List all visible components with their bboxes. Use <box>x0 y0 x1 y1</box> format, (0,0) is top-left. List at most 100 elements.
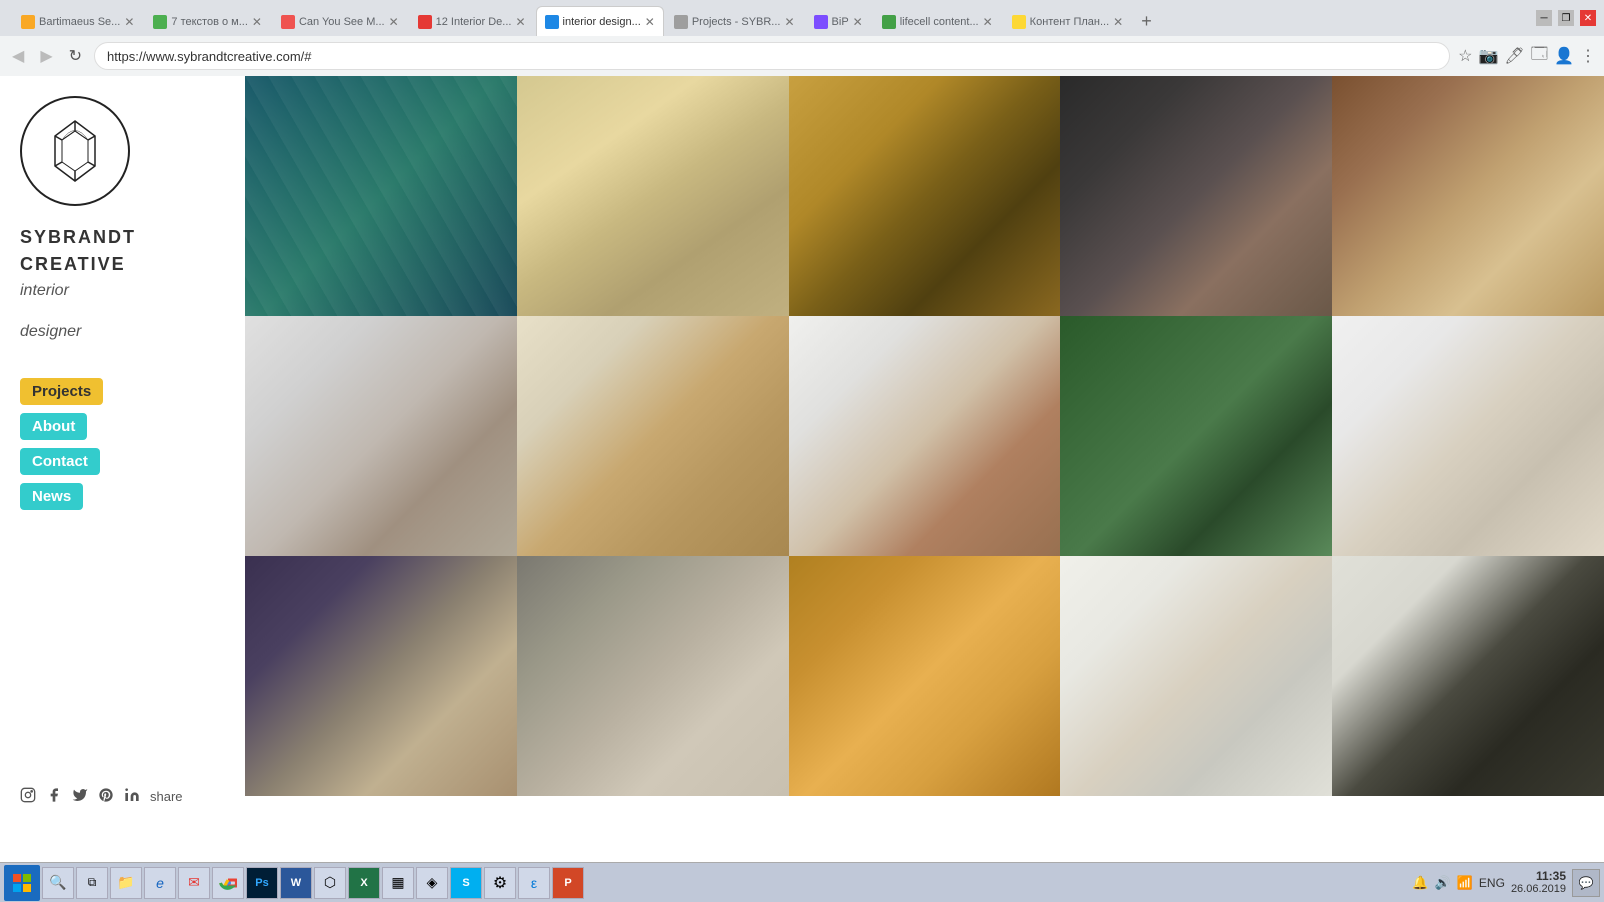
page-content: SYBRANDT CREATIVE interior designer Proj… <box>0 76 1604 826</box>
grid-item-6[interactable] <box>245 316 517 556</box>
tab-close-8[interactable]: ✕ <box>983 15 993 29</box>
start-button[interactable] <box>4 865 40 901</box>
photo-grid <box>245 76 1604 826</box>
taskview-btn[interactable]: ⧉ <box>76 867 108 899</box>
pinterest-icon[interactable] <box>98 787 114 806</box>
nav-contact[interactable]: Contact <box>20 448 100 475</box>
tab-close-2[interactable]: ✕ <box>252 15 262 29</box>
grid-item-8[interactable] <box>789 316 1061 556</box>
back-button[interactable]: ◀ <box>8 44 28 68</box>
more-button[interactable]: ⋮ <box>1580 46 1596 66</box>
twitter-icon[interactable] <box>72 787 88 806</box>
refresh-button[interactable]: ↻ <box>65 44 86 68</box>
sidebar: SYBRANDT CREATIVE interior designer Proj… <box>0 76 245 826</box>
grid-photo-12 <box>517 556 789 796</box>
tabs-bar: Bartimaeus Se... ✕ 7 текстов о м... ✕ Ca… <box>8 0 1536 36</box>
bookmark-button[interactable]: ☆ <box>1458 46 1472 66</box>
forward-button[interactable]: ▶ <box>36 44 56 68</box>
photoshop-btn[interactable]: Ps <box>246 867 278 899</box>
taskbar: 🔍 ⧉ 📁 e ✉ Ps W ⬡ X ▦ ◈ S ⚙ ε P 🔔 🔊 📶 ENG <box>0 862 1604 902</box>
url-input[interactable] <box>94 42 1450 70</box>
tab-close-5[interactable]: ✕ <box>645 15 655 29</box>
tab-close-3[interactable]: ✕ <box>389 15 399 29</box>
new-tab-button[interactable]: + <box>1133 6 1160 36</box>
skype-btn[interactable]: S <box>450 867 482 899</box>
app9-btn[interactable]: ⬡ <box>314 867 346 899</box>
app12-btn[interactable]: ◈ <box>416 867 448 899</box>
tab-close-9[interactable]: ✕ <box>1113 15 1123 29</box>
grid-item-4[interactable] <box>1060 76 1332 316</box>
grid-item-13[interactable] <box>789 556 1061 796</box>
tab-texts[interactable]: 7 текстов о м... ✕ <box>144 6 271 36</box>
grid-item-15[interactable] <box>1332 556 1604 796</box>
nav-news[interactable]: News <box>20 483 83 510</box>
linkedin-icon[interactable] <box>124 787 140 806</box>
grid-item-5[interactable] <box>1332 76 1604 316</box>
tab-favicon-3 <box>281 15 295 29</box>
tab-bip[interactable]: BiP ✕ <box>805 6 872 36</box>
tab-canyousee[interactable]: Can You See M... ✕ <box>272 6 408 36</box>
grid-item-14[interactable] <box>1060 556 1332 796</box>
excel-btn[interactable]: X <box>348 867 380 899</box>
taskbar-clock[interactable]: 11:35 26.06.2019 <box>1511 869 1566 897</box>
logo-circle[interactable] <box>20 96 130 206</box>
minimize-button[interactable]: ─ <box>1536 10 1552 26</box>
outlook-btn[interactable]: ✉ <box>178 867 210 899</box>
search-taskbar-btn[interactable]: 🔍 <box>42 867 74 899</box>
grid-item-3[interactable] <box>789 76 1061 316</box>
profile-button[interactable]: 👤 <box>1554 46 1574 66</box>
grid-photo-15 <box>1332 556 1604 796</box>
tab-bartimaeus[interactable]: Bartimaeus Se... ✕ <box>12 6 143 36</box>
chrome-btn[interactable] <box>212 867 244 899</box>
tab-label-4: 12 Interior De... <box>436 16 512 28</box>
grid-photo-7 <box>517 316 789 556</box>
nav-projects[interactable]: Projects <box>20 378 103 405</box>
language-indicator[interactable]: ENG <box>1479 876 1505 890</box>
grid-item-1[interactable] <box>245 76 517 316</box>
tab-close-7[interactable]: ✕ <box>853 15 863 29</box>
grid-item-10[interactable] <box>1332 316 1604 556</box>
file-explorer-btn[interactable]: 📁 <box>110 867 142 899</box>
grid-item-11[interactable] <box>245 556 517 796</box>
share-label[interactable]: share <box>150 789 183 804</box>
grid-item-7[interactable] <box>517 316 789 556</box>
grid-item-12[interactable] <box>517 556 789 796</box>
speaker-icon[interactable]: 🔊 <box>1435 875 1451 891</box>
close-button[interactable]: ✕ <box>1580 10 1596 26</box>
tab-content-plan[interactable]: Контент План... ✕ <box>1003 6 1133 36</box>
ie-btn[interactable]: e <box>144 867 176 899</box>
edge-btn[interactable]: ε <box>518 867 550 899</box>
settings-btn[interactable]: ⚙ <box>484 867 516 899</box>
tab-favicon-1 <box>21 15 35 29</box>
extension-button[interactable]: 🖊 <box>1504 46 1524 66</box>
powerpoint-btn[interactable]: P <box>552 867 584 899</box>
taskbar-notify-icon[interactable]: 🔔 <box>1412 875 1428 891</box>
nav-about[interactable]: About <box>20 413 87 440</box>
grid-photo-2 <box>517 76 789 316</box>
restore-button[interactable]: ❐ <box>1558 10 1574 26</box>
tab-projects[interactable]: Projects - SYBR... ✕ <box>665 6 804 36</box>
tab-favicon-6 <box>674 15 688 29</box>
brand-name-line2: CREATIVE <box>20 253 126 276</box>
instagram-icon[interactable] <box>20 787 36 806</box>
tab-favicon-8 <box>882 15 896 29</box>
grid-item-2[interactable] <box>517 76 789 316</box>
facebook-icon[interactable] <box>46 787 62 806</box>
framer-button[interactable]: 🗔 <box>1531 43 1548 70</box>
tab-lifecell[interactable]: lifecell content... ✕ <box>873 6 1002 36</box>
word-btn[interactable]: W <box>280 867 312 899</box>
logo-icon <box>40 116 110 186</box>
tab-label-5: interior design... <box>563 16 641 28</box>
tab-close-4[interactable]: ✕ <box>515 15 525 29</box>
tab-close-1[interactable]: ✕ <box>124 15 134 29</box>
screenshot-button[interactable]: 📷 <box>1478 46 1498 66</box>
network-icon[interactable]: 📶 <box>1457 875 1473 891</box>
tab-interior-design[interactable]: interior design... ✕ <box>536 6 664 36</box>
calc-btn[interactable]: ▦ <box>382 867 414 899</box>
tab-interior[interactable]: 12 Interior De... ✕ <box>409 6 535 36</box>
grid-item-9[interactable] <box>1060 316 1332 556</box>
action-center-button[interactable]: 💬 <box>1572 869 1600 897</box>
grid-photo-1 <box>245 76 517 316</box>
tab-close-6[interactable]: ✕ <box>784 15 794 29</box>
brand-name-line1: SYBRANDT <box>20 226 136 249</box>
